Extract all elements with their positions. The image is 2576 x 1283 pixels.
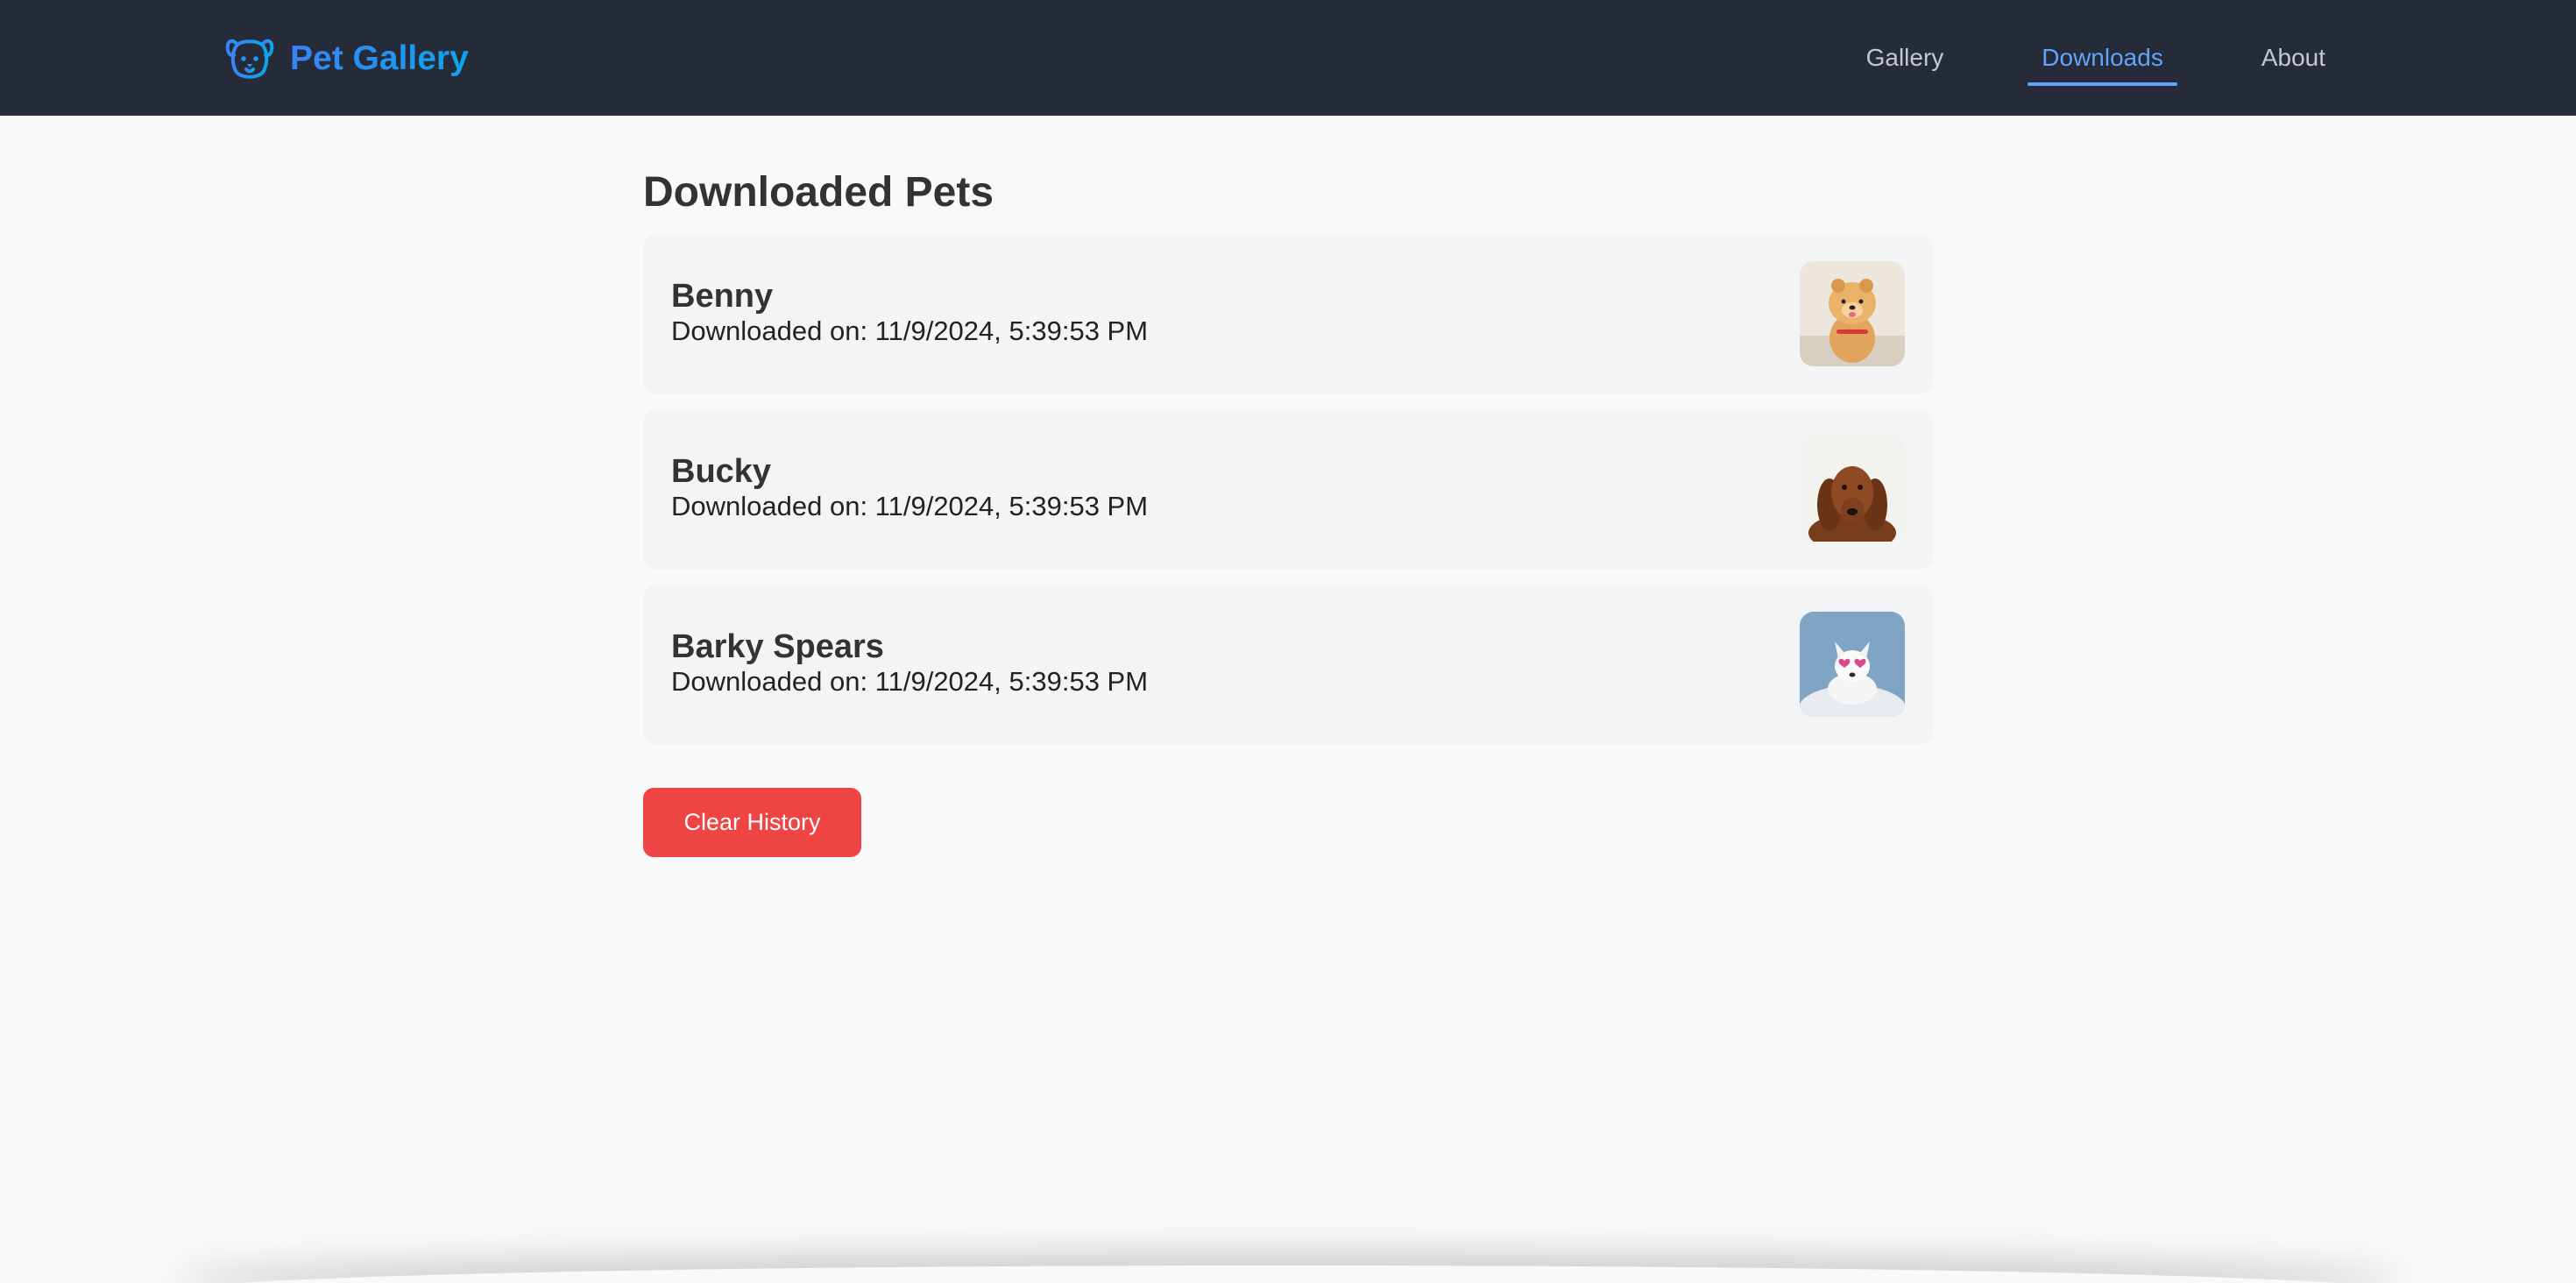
nav-link-about[interactable]: About — [2247, 0, 2339, 116]
pet-name: Benny — [671, 278, 774, 315]
pet-name: Barky Spears — [671, 628, 884, 665]
dog-face-icon — [225, 39, 274, 79]
download-item: Barky Spears Downloaded on: 11/9/2024, 5… — [643, 585, 1933, 745]
download-date: Downloaded on: 11/9/2024, 5:39:53 PM — [671, 491, 1149, 521]
window-shadow — [175, 1265, 2401, 1283]
page-title: Downloaded Pets — [643, 169, 994, 216]
download-item: Benny Downloaded on: 11/9/2024, 5:39:53 … — [643, 234, 1933, 394]
pet-thumbnail — [1800, 436, 1905, 542]
pet-name: Bucky — [671, 453, 772, 490]
nav-links: Gallery Downloads About — [1852, 0, 2339, 116]
download-date: Downloaded on: 11/9/2024, 5:39:53 PM — [671, 666, 1149, 697]
navbar: Pet Gallery Gallery Downloads About — [0, 0, 2576, 116]
nav-link-downloads[interactable]: Downloads — [2028, 0, 2177, 116]
downloads-list: Benny Downloaded on: 11/9/2024, 5:39:53 … — [643, 234, 1933, 745]
nav-link-gallery[interactable]: Gallery — [1852, 0, 1958, 116]
brand-logo-link[interactable]: Pet Gallery — [223, 32, 469, 85]
download-date: Downloaded on: 11/9/2024, 5:39:53 PM — [671, 315, 1149, 346]
brand-name: Pet Gallery — [290, 32, 469, 85]
pet-thumbnail — [1800, 261, 1905, 366]
download-item: Bucky Downloaded on: 11/9/2024, 5:39:53 … — [643, 409, 1933, 570]
main-content: Downloaded Pets Benny Downloaded on: 11/… — [643, 167, 1933, 857]
clear-history-button[interactable]: Clear History — [643, 788, 861, 857]
pet-thumbnail — [1800, 612, 1905, 717]
